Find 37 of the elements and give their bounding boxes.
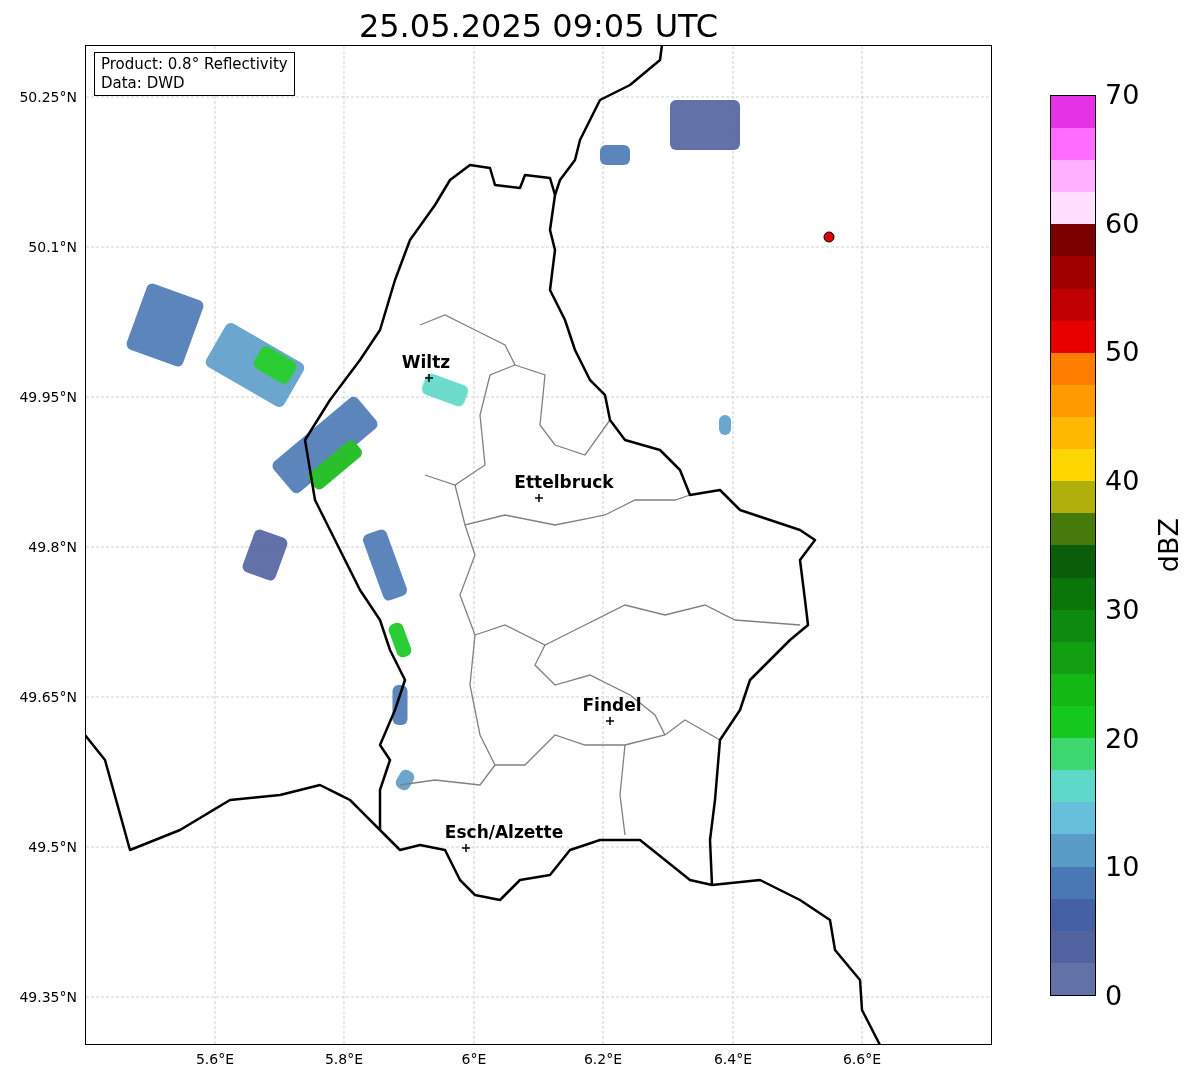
axis-tick-label: 49.5°N [28,839,77,855]
axis-tick-label: 5.6°E [195,1051,235,1067]
axis-tick-label: 6.2°E [583,1051,623,1067]
colorbar-tick-label: 70 [1105,80,1140,110]
colorbar-tick-label: 30 [1105,594,1140,625]
colorbar-label: dBZ [1153,518,1184,573]
info-text: Data: DWD [101,74,186,93]
colorbar-tick-label: 10 [1105,852,1140,883]
axis-tick-label: 49.8°N [28,539,77,555]
colorbar-tick-label: 60 [1105,208,1140,239]
axis-tick-label: 6°E [461,1051,487,1067]
axis-tick-label: 6.4°E [713,1051,753,1067]
colorbar-tick-label: 0 [1105,981,1123,1011]
city-marker [461,843,471,853]
axis-tick-label: 49.95°N [19,389,77,405]
radar-echo [600,145,630,165]
info-text: Product: 0.8° Reflectivity [101,55,288,74]
radar-echo [670,100,740,150]
city-label: Esch/Alzette [444,822,564,842]
colorbar-tick-label: 20 [1105,723,1140,754]
city-label: Findel [582,695,642,715]
city-marker [424,373,434,383]
colorbar-tick-label: 50 [1105,337,1140,368]
axis-tick-label: 6.6°E [842,1051,882,1067]
city-label: Ettelbruck [514,472,614,492]
city-marker [605,716,615,726]
city-marker [534,493,544,503]
station-marker [823,231,835,243]
axis-tick-label: 50.1°N [28,239,77,255]
axis-tick-label: 49.35°N [19,989,77,1005]
city-label: Wiltz [401,352,451,372]
axis-tick-label: 49.65°N [19,689,77,705]
axis-tick-label: 5.8°E [324,1051,364,1067]
colorbar-tick-label: 40 [1105,466,1140,497]
chart-title: 25.05.2025 09:05 UTC [358,5,719,44]
radar-echo [719,415,731,435]
axis-tick-label: 50.25°N [19,89,77,105]
